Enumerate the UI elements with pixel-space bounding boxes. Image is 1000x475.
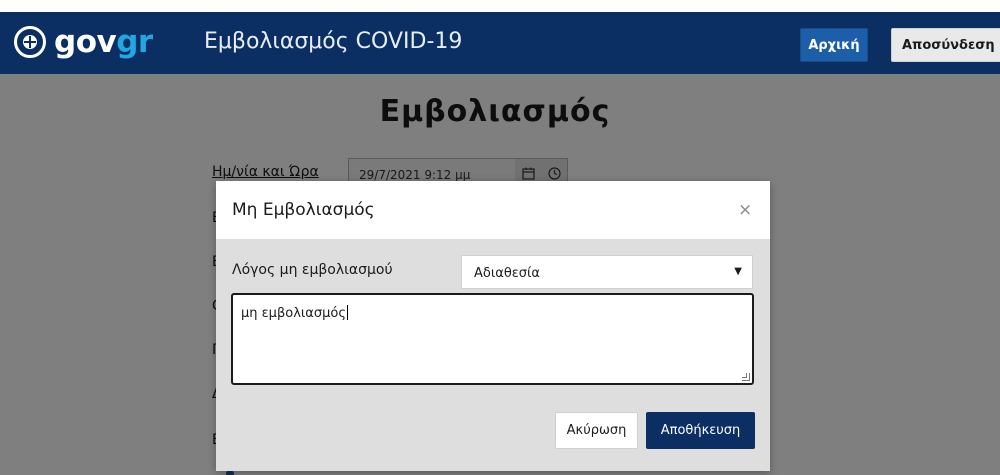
home-button[interactable]: Αρχική <box>800 28 868 62</box>
note-textarea[interactable]: μη εμβολιασμός <box>231 293 754 385</box>
greek-emblem-icon <box>14 26 46 58</box>
text-caret <box>346 305 348 320</box>
reason-selected-value: Αδιαθεσία <box>474 266 541 281</box>
dialog-title: Μη Εμβολιασμός <box>232 200 375 220</box>
app-title: Εμβολιασμός COVID-19 <box>204 29 463 54</box>
govgr-logo[interactable]: govgr <box>14 24 153 60</box>
navbar: govgr Εμβολιασμός COVID-19 Αρχική Αποσύν… <box>0 12 1000 74</box>
dialog-header: Μη Εμβολιασμός × <box>216 181 770 240</box>
resize-handle-icon[interactable] <box>742 373 750 381</box>
save-button[interactable]: Αποθήκευση <box>646 412 755 449</box>
logout-button[interactable]: Αποσύνδεση <box>891 28 1000 62</box>
note-text: μη εμβολιασμός <box>241 305 348 321</box>
no-vaccination-dialog: Μη Εμβολιασμός × Λόγος μη εμβολιασμού Αδ… <box>216 181 770 471</box>
cancel-button[interactable]: Ακύρωση <box>555 412 638 449</box>
logo-gr-text: gr <box>116 24 153 60</box>
logo-wordmark: govgr <box>54 24 153 60</box>
reason-label: Λόγος μη εμβολιασμού <box>232 262 393 278</box>
close-icon[interactable]: × <box>738 200 752 220</box>
note-value: μη εμβολιασμός <box>241 306 346 321</box>
top-strip <box>0 0 1000 12</box>
dialog-body: Λόγος μη εμβολιασμού Αδιαθεσία ▼ μη εμβο… <box>216 240 770 471</box>
logo-gov-text: gov <box>54 24 117 60</box>
reason-select[interactable]: Αδιαθεσία ▼ <box>461 255 753 289</box>
chevron-down-icon: ▼ <box>734 266 742 277</box>
